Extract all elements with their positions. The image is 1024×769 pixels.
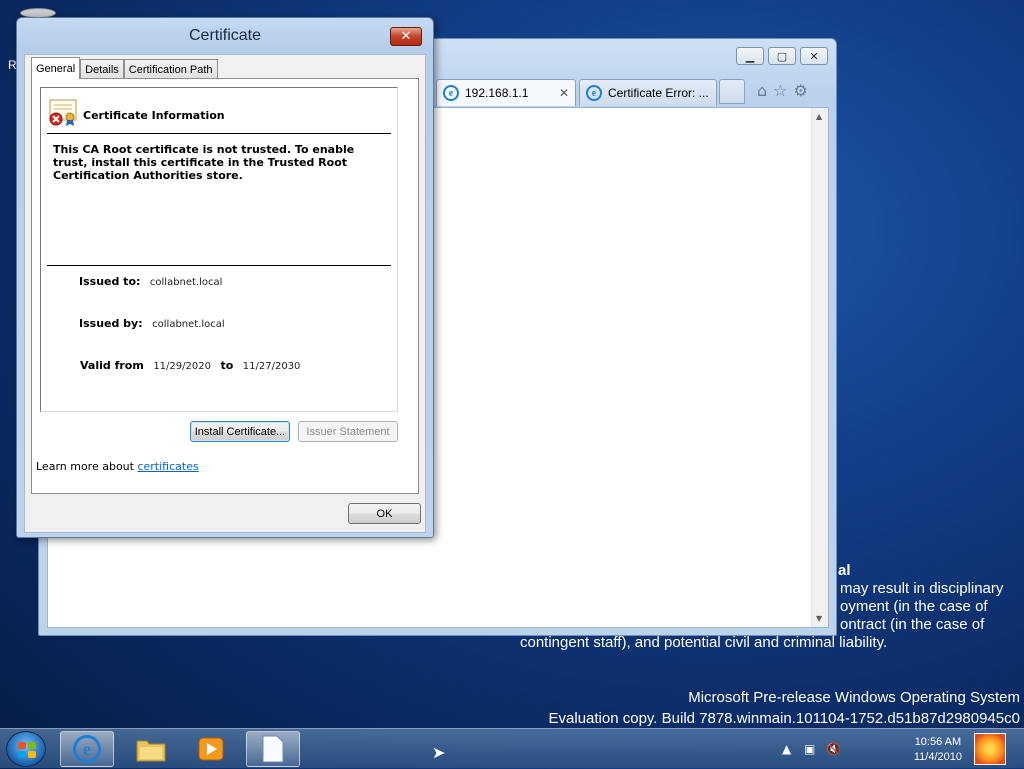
- valid-to-label: to: [220, 359, 234, 372]
- browser-toolbar: ⌂ ☆ ⚙: [757, 81, 808, 100]
- scroll-up-icon[interactable]: ▲: [816, 112, 822, 121]
- tab-192-168-1-1[interactable]: e 192.168.1.1 ✕: [436, 79, 576, 106]
- certificate-info-heading: Certificate Information: [83, 109, 225, 122]
- issued-by-value: collabnet.local: [152, 319, 225, 330]
- dialog-tabs: General Details Certification Path: [31, 57, 218, 79]
- show-desktop-button[interactable]: [972, 729, 1024, 769]
- policy-notice-line-3: oyment (in the case of: [840, 598, 988, 615]
- certificates-link[interactable]: certificates: [137, 460, 198, 473]
- valid-to-value: 11/27/2030: [242, 361, 301, 372]
- issued-to-row: Issued to: collabnet.local: [79, 275, 222, 288]
- build-watermark-line-1: Microsoft Pre-release Windows Operating …: [688, 689, 1020, 706]
- dialog-title: Certificate: [188, 27, 262, 44]
- trust-warning-text: This CA Root certificate is not trusted.…: [53, 143, 355, 182]
- close-tab-icon[interactable]: ✕: [559, 86, 569, 100]
- media-player-icon: [198, 737, 224, 761]
- favorites-star-icon[interactable]: ☆: [773, 81, 787, 100]
- issued-by-row: Issued by: collabnet.local: [79, 317, 225, 330]
- issued-to-value: collabnet.local: [149, 277, 223, 288]
- dialog-body: General Details Certification Path Certi…: [24, 54, 426, 533]
- volume-muted-icon[interactable]: 🔇: [826, 742, 841, 756]
- issued-by-label: Issued by:: [79, 317, 143, 330]
- new-tab-button[interactable]: [719, 79, 745, 104]
- close-window-button[interactable]: ✕: [800, 47, 828, 65]
- minimize-button[interactable]: ▁: [736, 47, 764, 65]
- document-icon: [262, 735, 284, 763]
- divider: [47, 265, 391, 266]
- scroll-down-icon[interactable]: ▼: [816, 614, 822, 623]
- policy-notice-line-4: ontract (in the case of: [840, 616, 985, 633]
- install-certificate-button[interactable]: Install Certificate...: [190, 421, 290, 442]
- tab-certificate-error[interactable]: e Certificate Error: ...: [579, 79, 717, 106]
- valid-from-value: 11/29/2020: [153, 361, 211, 372]
- general-tab-panel: Certificate Information This CA Root cer…: [31, 78, 419, 494]
- vertical-scrollbar[interactable]: ▲ ▼: [811, 108, 828, 627]
- gear-icon[interactable]: ⚙: [794, 81, 808, 100]
- close-icon: ✕: [809, 49, 819, 63]
- issuer-statement-button[interactable]: Issuer Statement: [298, 421, 398, 442]
- folder-icon: [136, 740, 166, 762]
- maximize-button[interactable]: ▢: [768, 47, 796, 65]
- tab-certification-path[interactable]: Certification Path: [123, 59, 218, 79]
- taskbar-internet-explorer[interactable]: e: [60, 731, 114, 767]
- certificate-information-box: Certificate Information This CA Root cer…: [40, 87, 398, 412]
- policy-notice-line-5: contingent staff), and potential civil a…: [520, 634, 888, 651]
- windows-logo-icon: [18, 742, 36, 758]
- minimize-icon: ▁: [745, 49, 755, 63]
- user-picture-icon: [974, 733, 1006, 765]
- ie-favicon-icon: e: [443, 85, 459, 101]
- clock-date: 11/4/2010: [913, 751, 962, 763]
- issued-to-label: Issued to:: [79, 275, 141, 288]
- taskbar-explorer[interactable]: [124, 731, 178, 767]
- validity-row: Valid from 11/29/2020 to 11/27/2030: [80, 359, 300, 372]
- tab-general[interactable]: General: [31, 57, 81, 79]
- show-hidden-icons-icon[interactable]: ▲: [782, 742, 791, 756]
- internet-explorer-icon: e: [73, 735, 101, 763]
- valid-from-label: Valid from: [80, 359, 144, 372]
- system-clock[interactable]: 10:56 AM 11/4/2010: [914, 735, 962, 765]
- learn-more-text: Learn more about certificates: [36, 460, 199, 473]
- ok-button[interactable]: OK: [348, 503, 421, 524]
- clock-time: 10:56 AM: [914, 736, 962, 748]
- ie-favicon-icon: e: [586, 85, 602, 101]
- build-watermark-line-2: Evaluation copy. Build 7878.winmain.1011…: [548, 710, 1020, 727]
- certificate-error-icon: [48, 99, 80, 127]
- taskbar-document[interactable]: [246, 731, 300, 767]
- policy-notice-line-1: al: [838, 562, 851, 579]
- taskbar-media-player[interactable]: [184, 731, 238, 767]
- tab-details[interactable]: Details: [80, 59, 124, 79]
- divider: [47, 133, 391, 134]
- certificate-dialog: Certificate ✕ General Details Certificat…: [16, 17, 434, 538]
- network-icon[interactable]: ▣: [804, 742, 815, 756]
- taskbar: e ➤ ▲ ▣ 🔇 10:56 AM 11/4/2010: [0, 728, 1024, 768]
- tab-label: Certificate Error: ...: [608, 86, 709, 100]
- mouse-cursor-icon: ➤: [432, 743, 446, 762]
- learn-more-prefix: Learn more about: [36, 460, 134, 473]
- window-caption-buttons: ▁ ▢ ✕: [736, 47, 828, 65]
- maximize-icon: ▢: [776, 49, 788, 63]
- policy-notice-line-2: may result in disciplinary: [840, 580, 1004, 597]
- close-icon: ✕: [400, 29, 412, 44]
- start-button[interactable]: [6, 731, 46, 767]
- dialog-close-button[interactable]: ✕: [390, 27, 422, 46]
- tab-label: 192.168.1.1: [465, 86, 529, 100]
- home-icon[interactable]: ⌂: [757, 81, 767, 100]
